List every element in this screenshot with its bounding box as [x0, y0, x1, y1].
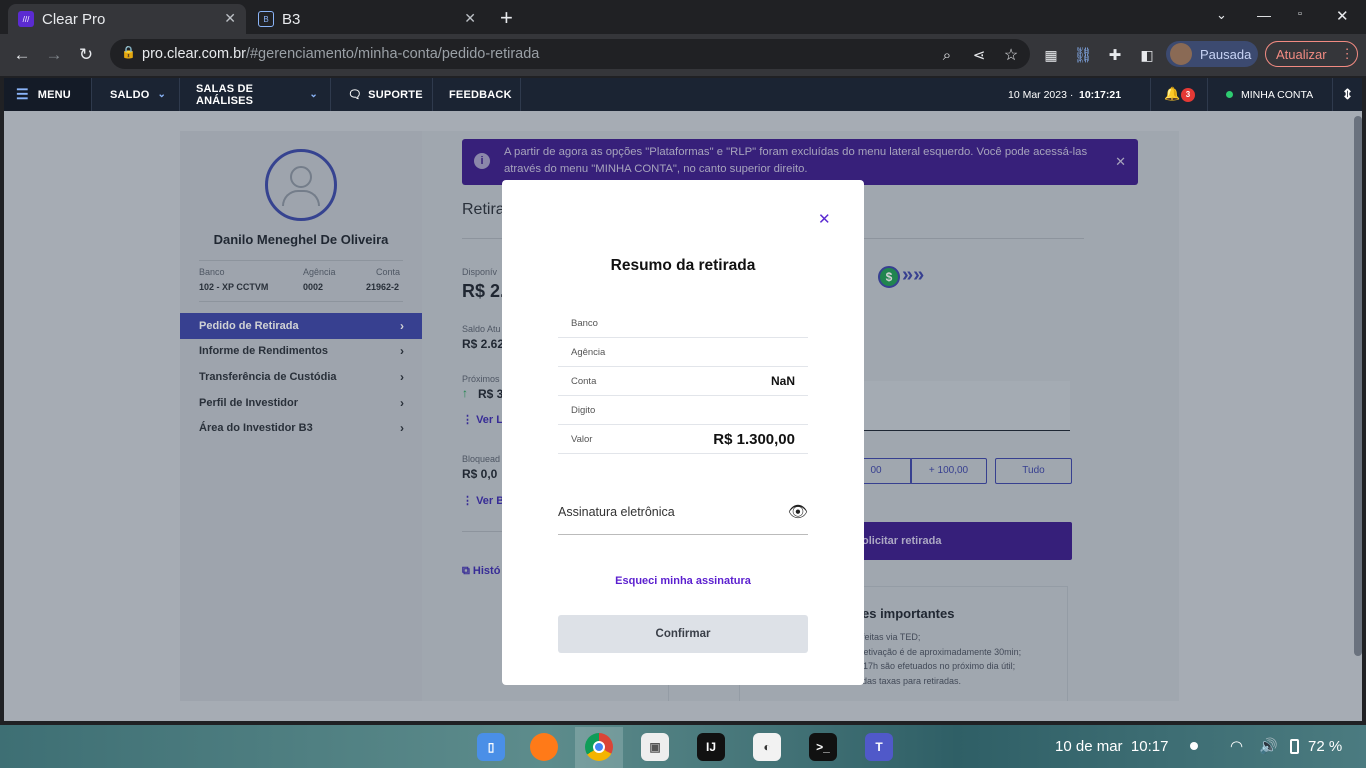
terminal-icon[interactable]: >_ [809, 733, 837, 761]
tab-title: B3 [282, 10, 301, 28]
nav-time: 10:17:21 [1079, 89, 1122, 101]
bell-icon: 🔔 [1164, 86, 1181, 101]
notifications-button[interactable]: 🔔 3 [1150, 78, 1208, 111]
menu-button[interactable]: ☰ MENU [4, 78, 92, 111]
share-icon[interactable]: ⋖ [966, 42, 992, 68]
forgot-signature-link[interactable]: Esqueci minha assinatura [502, 575, 864, 587]
chat-icon: 🗨 [348, 89, 363, 101]
row-label: Banco [571, 317, 598, 329]
back-icon[interactable]: ← [9, 42, 35, 68]
saldo-label: SALDO [110, 88, 150, 101]
summary-row-banco: Banco [558, 309, 808, 338]
volume-icon[interactable]: 🔊 [1259, 737, 1278, 755]
maximize-icon[interactable]: ▫ [1298, 8, 1302, 20]
menu-label: MENU [37, 88, 71, 101]
app-viewport: ☰ MENU SALDO ⌄ SALAS DE ANÁLISES ⌄ 🗨 SUPOR… [4, 78, 1362, 721]
close-window-icon[interactable]: ✕ [1336, 7, 1349, 25]
extensions-puzzle-icon[interactable]: ✚ [1102, 42, 1128, 68]
salas-dropdown[interactable]: SALAS DE ANÁLISES ⌄ [180, 78, 331, 111]
taskbar-clock[interactable]: 10 de mar 10:17 [1055, 738, 1168, 755]
expand-icon[interactable]: ⇕ [1332, 78, 1362, 111]
clear-icon: /// [18, 11, 34, 27]
feedback-label: FEEDBACK [449, 88, 512, 101]
tab-clear-pro[interactable]: /// Clear Pro ✕ [8, 4, 246, 34]
row-label: Conta [571, 375, 597, 387]
suporte-button[interactable]: 🗨 SUPORTE [331, 78, 433, 111]
wifi-icon[interactable]: ◠ [1230, 737, 1243, 755]
tab-title: Clear Pro [42, 10, 106, 28]
row-label: Valor [571, 433, 593, 445]
firefox-icon[interactable] [530, 733, 558, 761]
row-label: Digito [571, 404, 596, 416]
suporte-label: SUPORTE [368, 88, 423, 101]
chevron-down-icon: ⌄ [157, 89, 167, 100]
confirm-button[interactable]: Confirmar [558, 615, 808, 653]
tab-b3[interactable]: B B3 ✕ [248, 4, 486, 34]
eye-icon[interactable]: 👁 [788, 502, 808, 522]
update-button[interactable]: Atualizar ⋮ [1265, 41, 1358, 67]
top-navigation: ☰ MENU SALDO ⌄ SALAS DE ANÁLISES ⌄ 🗨 SUPOR… [4, 78, 1362, 111]
summary-row-conta: Conta NaN [558, 367, 808, 396]
close-tab-icon[interactable]: ✕ [224, 10, 236, 27]
gimp-icon[interactable]: ◐ [753, 733, 781, 761]
withdrawal-summary-modal: ✕ Resumo da retirada Banco Agência Conta… [502, 180, 864, 685]
scrollbar-thumb[interactable] [1354, 116, 1362, 656]
taskbar-time: 10:17 [1130, 738, 1169, 755]
nav-date: 10 Mar 2023 · [1008, 89, 1074, 101]
close-icon[interactable]: ✕ [818, 210, 831, 228]
url-path: /#gerenciamento/minha-conta/pedido-retir… [245, 46, 540, 62]
chevron-down-icon: ⌄ [309, 89, 318, 100]
signature-placeholder: Assinatura eletrônica [558, 504, 675, 519]
update-label: Atualizar [1276, 46, 1327, 62]
battery-percent: 72 % [1308, 738, 1343, 755]
feedback-button[interactable]: FEEDBACK [433, 78, 521, 111]
lock-icon: 🔒 [121, 45, 136, 59]
bookmark-star-icon[interactable]: ☆ [998, 42, 1024, 68]
notification-badge: 3 [1181, 88, 1195, 102]
forward-icon[interactable]: → [41, 42, 67, 68]
saldo-dropdown[interactable]: SALDO ⌄ [92, 78, 180, 111]
browser-tab-strip: /// Clear Pro ✕ B B3 ✕ + ⌄ — ▫ ✕ [0, 0, 1366, 34]
intellij-icon[interactable]: IJ [697, 733, 725, 761]
minimize-icon[interactable]: — [1257, 7, 1271, 23]
modal-title: Resumo da retirada [610, 257, 756, 274]
qr-code-icon[interactable]: ▦ [1038, 42, 1064, 68]
tab-search-icon[interactable]: ⌄ [1216, 7, 1227, 23]
kebab-menu-icon: ⋮ [1340, 46, 1354, 61]
summary-row-agencia: Agência [558, 338, 808, 367]
row-value: NaN [770, 374, 795, 388]
salas-label: SALAS DE ANÁLISES [196, 82, 254, 107]
teams-icon[interactable]: T [865, 733, 893, 761]
hamburger-icon: ☰ [16, 86, 29, 102]
address-bar[interactable]: 🔒 pro.clear.com.br/#gerenciamento/minha-… [110, 39, 1030, 69]
row-label: Agência [571, 346, 606, 358]
summary-row-digito: Digito [558, 396, 808, 425]
chrome-icon[interactable] [585, 733, 613, 761]
notification-dot [1190, 742, 1198, 750]
zoom-icon[interactable]: ⌕ [934, 42, 960, 68]
new-tab-icon[interactable]: + [500, 5, 513, 31]
files-app-icon[interactable]: ▯ [477, 733, 505, 761]
store-app-icon[interactable]: ▣ [641, 733, 669, 761]
profile-button[interactable]: Pausada [1166, 41, 1258, 67]
chrome-center [593, 741, 605, 753]
b3-icon: B [258, 11, 274, 27]
signature-field[interactable]: Assinatura eletrônica 👁 [558, 489, 808, 535]
link-extension-icon[interactable]: ⛓ [1070, 42, 1096, 68]
reload-icon[interactable]: ↻ [73, 42, 99, 68]
profile-label: Pausada [1200, 46, 1252, 62]
side-panel-icon[interactable]: ◧ [1134, 42, 1160, 68]
url-domain: pro.clear.com.br [142, 46, 246, 62]
row-value: R$ 1.300,00 [713, 430, 795, 448]
avatar [1170, 43, 1192, 65]
close-tab-icon[interactable]: ✕ [464, 10, 476, 27]
account-menu[interactable]: MINHA CONTA [1241, 89, 1313, 101]
taskbar-date: 10 de mar [1055, 738, 1123, 755]
online-status-dot [1226, 91, 1233, 98]
battery-icon[interactable] [1290, 739, 1299, 754]
summary-row-valor: Valor R$ 1.300,00 [558, 425, 808, 454]
